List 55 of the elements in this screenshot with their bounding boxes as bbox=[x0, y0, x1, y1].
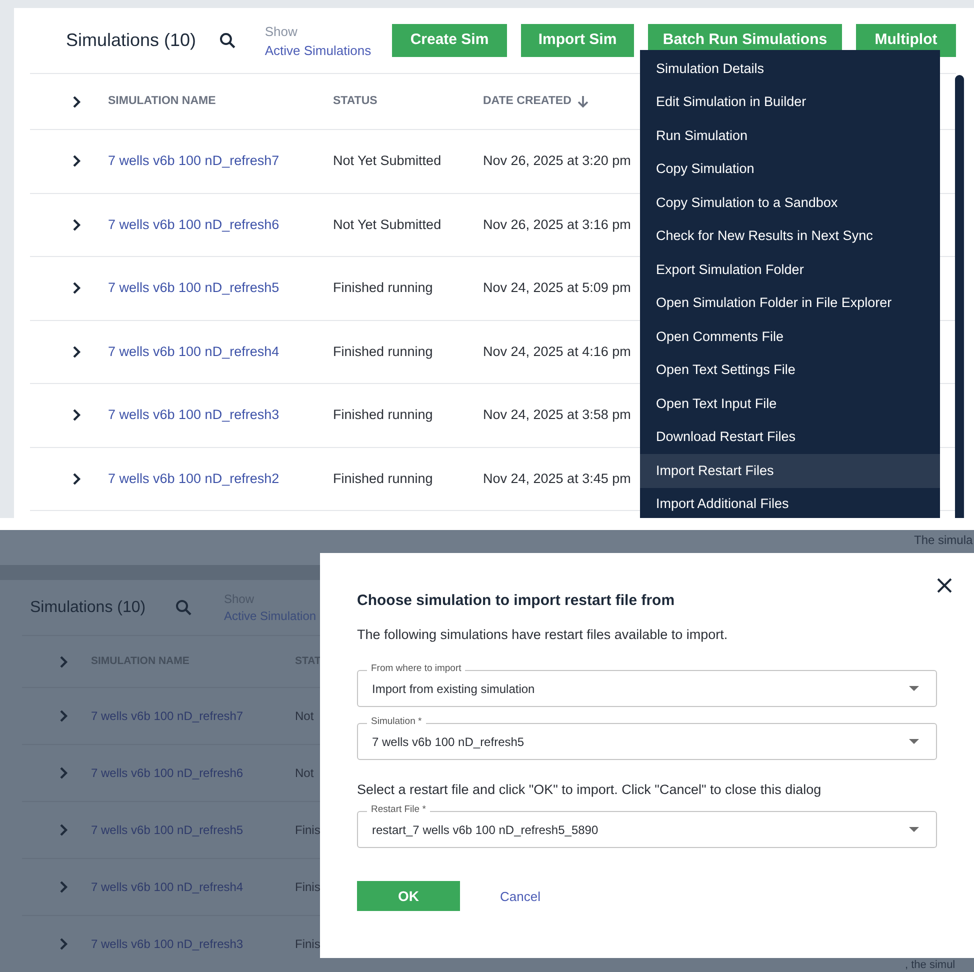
background-text: , the simul bbox=[905, 959, 956, 971]
field-value: restart_7 wells v6b 100 nD_refresh5_5890 bbox=[372, 822, 598, 839]
caret-icon bbox=[909, 686, 919, 691]
sort-arrow-down-icon[interactable] bbox=[577, 95, 590, 108]
simulation-name-link[interactable]: 7 wells v6b 100 nD_refresh3 bbox=[108, 405, 333, 426]
status-text: Finis bbox=[295, 936, 320, 953]
show-label: Show bbox=[264, 22, 298, 40]
status-text: Not bbox=[295, 765, 314, 782]
field-label: From where to import bbox=[367, 663, 466, 675]
dialog-description: The following simulations have restart files available to import. bbox=[357, 626, 729, 644]
caret-icon bbox=[909, 739, 919, 744]
column-header[interactable]: STATUS bbox=[333, 92, 378, 110]
close-icon[interactable] bbox=[937, 578, 952, 593]
chevron-right-icon[interactable] bbox=[72, 218, 80, 232]
status-text: Not bbox=[295, 708, 314, 725]
chevron-right-icon[interactable] bbox=[72, 408, 80, 422]
date-created-text: Nov 26, 2025 at 3:16 pm bbox=[483, 216, 631, 234]
date-created-text: Nov 24, 2025 at 3:45 pm bbox=[483, 470, 631, 488]
page-title: Simulations (10) bbox=[30, 598, 147, 618]
dialog-title: Choose simulation to import restart file from bbox=[357, 591, 676, 611]
chevron-right-icon[interactable] bbox=[72, 344, 80, 359]
simulation-name-link[interactable]: 7 wells v6b 100 nD_refresh6 bbox=[108, 214, 333, 235]
simulation-name-link[interactable]: 7 wells v6b 100 nD_refresh4 bbox=[108, 342, 333, 362]
status-text: Finished running bbox=[333, 342, 434, 361]
status-text: Finis bbox=[295, 879, 320, 896]
scrollbar[interactable] bbox=[955, 75, 964, 518]
cancel-link[interactable]: Cancel bbox=[500, 886, 540, 906]
status-text: Finished running bbox=[333, 470, 434, 488]
instruction-text: Select a restart file and click "OK" to import. Click "Cancel" to close this dialog bbox=[357, 781, 822, 799]
simulation-name-link[interactable]: 7 wells v6b 100 nD_refresh5 bbox=[108, 278, 333, 298]
simulation-name-link[interactable]: 7 wells v6b 100 nD_refresh7 bbox=[108, 151, 333, 172]
status-text: Finished running bbox=[333, 406, 434, 424]
chevron-right-icon[interactable] bbox=[72, 472, 80, 486]
chevron-right-icon[interactable] bbox=[72, 281, 80, 296]
field-value: 7 wells v6b 100 nD_refresh5 bbox=[372, 734, 524, 750]
date-created-text: Nov 24, 2025 at 4:16 pm bbox=[483, 342, 631, 361]
search-icon[interactable] bbox=[218, 32, 236, 49]
active-simulations-link[interactable]: Active Simulations bbox=[264, 40, 392, 60]
menu-item[interactable]: Import Restart Files bbox=[640, 454, 940, 488]
column-header[interactable]: DATE CREATED bbox=[483, 92, 572, 110]
date-created-text: Nov 26, 2025 at 3:20 pm bbox=[483, 152, 631, 170]
date-created-text: Nov 24, 2025 at 5:09 pm bbox=[483, 279, 631, 298]
column-header[interactable]: SIMULATION NAME bbox=[108, 92, 216, 110]
page-title: Simulations (10) bbox=[66, 29, 198, 52]
status-text: Finished running bbox=[333, 279, 434, 298]
status-text: Not Yet Submitted bbox=[333, 152, 442, 170]
chevron-right-icon[interactable] bbox=[72, 94, 80, 108]
field-value: Import from existing simulation bbox=[372, 680, 535, 698]
status-text: Finis bbox=[295, 822, 320, 839]
caret-icon bbox=[909, 827, 919, 832]
background-text: The simula bbox=[914, 532, 974, 549]
chevron-right-icon[interactable] bbox=[72, 154, 80, 168]
simulation-name-link[interactable]: 7 wells v6b 100 nD_refresh2 bbox=[108, 468, 333, 489]
status-text: Not Yet Submitted bbox=[333, 216, 442, 234]
date-created-text: Nov 24, 2025 at 3:58 pm bbox=[483, 406, 631, 424]
